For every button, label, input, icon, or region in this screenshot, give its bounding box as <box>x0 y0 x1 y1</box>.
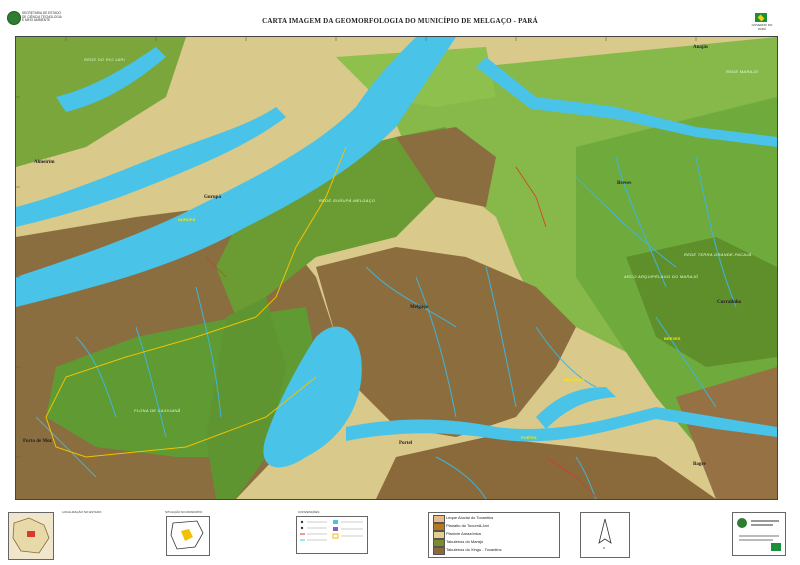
place-almeirim: Almeirim <box>34 160 55 165</box>
place-portel: Portel <box>399 441 413 446</box>
position-map-icon <box>170 520 204 550</box>
place-anajas: Anajás <box>693 45 709 50</box>
flag-caption: GOVERNO DO PARÁ <box>751 23 773 31</box>
legend-swatch <box>433 515 445 523</box>
legend-swatch <box>433 531 445 539</box>
place-curralinho: Curralinho <box>717 300 742 305</box>
map-footer: LOCALIZAÇÃO NO ESTADO SITUAÇÃO NO MUNICÍ… <box>0 500 800 565</box>
legend-swatch <box>433 539 445 547</box>
geomorphology-map <box>16 37 777 499</box>
legend-label: Planície Amazônica <box>446 531 481 536</box>
map-frame[interactable]: Almeirim Gurupá Breves Melgaço Curralinh… <box>15 36 778 500</box>
place-gurupa: Gurupá <box>204 195 221 200</box>
legend-item: Tabuleiros do Marajó <box>433 539 553 547</box>
north-arrow-icon <box>598 518 612 544</box>
north-label: N <box>603 546 606 550</box>
conventions-box <box>296 516 368 554</box>
credits-box <box>732 512 786 556</box>
legend-item: Planalto do Tocumã-Jari <box>433 523 553 531</box>
highlight-melgaco: MELGAÇO <box>564 377 585 382</box>
legend-label: Tabuleiros do Xingu - Tocantins <box>446 547 502 552</box>
unit-terra-grande: REDE TERRA GRANDE-PACAJÁ <box>684 252 752 257</box>
legend-item: Leque Aluvial do Tocantins <box>433 515 553 523</box>
legend-swatch <box>433 523 445 531</box>
map-title: CARTA IMAGEM DA GEOMORFOLOGIA DO MUNICÍP… <box>262 17 538 25</box>
legend-label: Planalto do Tocumã-Jari <box>446 523 489 528</box>
legend-swatch <box>433 547 445 555</box>
place-breves: Breves <box>617 181 632 186</box>
brazil-flag-icon <box>755 13 767 22</box>
unit-arquipelago: ARCO ARQUIPÉLAGO DO MARAJÓ <box>624 274 699 279</box>
legend-label: Tabuleiros do Marajó <box>446 539 484 544</box>
conventions-caption: CONVENÇÕES <box>298 510 320 514</box>
locator-caption: LOCALIZAÇÃO NO ESTADO <box>62 510 102 514</box>
north-arrow-box: N <box>580 512 630 558</box>
unit-gurupa-melgaco: REDE GURUPÁ-MELGAÇO <box>319 198 376 203</box>
legend-item: Planície Amazônica <box>433 531 553 539</box>
unit-flona: FLONA DE CAXIUANÃ <box>134 408 181 413</box>
locator-map <box>8 512 54 560</box>
place-porto-de-moz: Porto de Moz <box>23 439 52 444</box>
locator-map-icon <box>12 517 50 554</box>
unit-rio-jari: REDE DO RIO JARI <box>84 57 126 62</box>
position-caption: SITUAÇÃO NO MUNICÍPIO <box>165 510 203 514</box>
highlight-breves: BREVES <box>664 336 681 341</box>
credits-logos-icon <box>737 518 781 551</box>
place-bagre: Bagre <box>693 462 706 467</box>
highlight-portel: PORTEL <box>521 435 538 440</box>
conventions-symbols-icon <box>300 520 363 541</box>
highlight-gurupa: GURUPÁ <box>178 217 196 222</box>
position-map <box>166 516 210 556</box>
place-melgaco: Melgaço <box>410 305 429 310</box>
legend-label: Leque Aluvial do Tocantins <box>446 515 494 520</box>
unit-marajo: REDE MARAJÓ <box>726 69 759 74</box>
legend-item: Tabuleiros do Xingu - Tocantins <box>433 547 553 555</box>
